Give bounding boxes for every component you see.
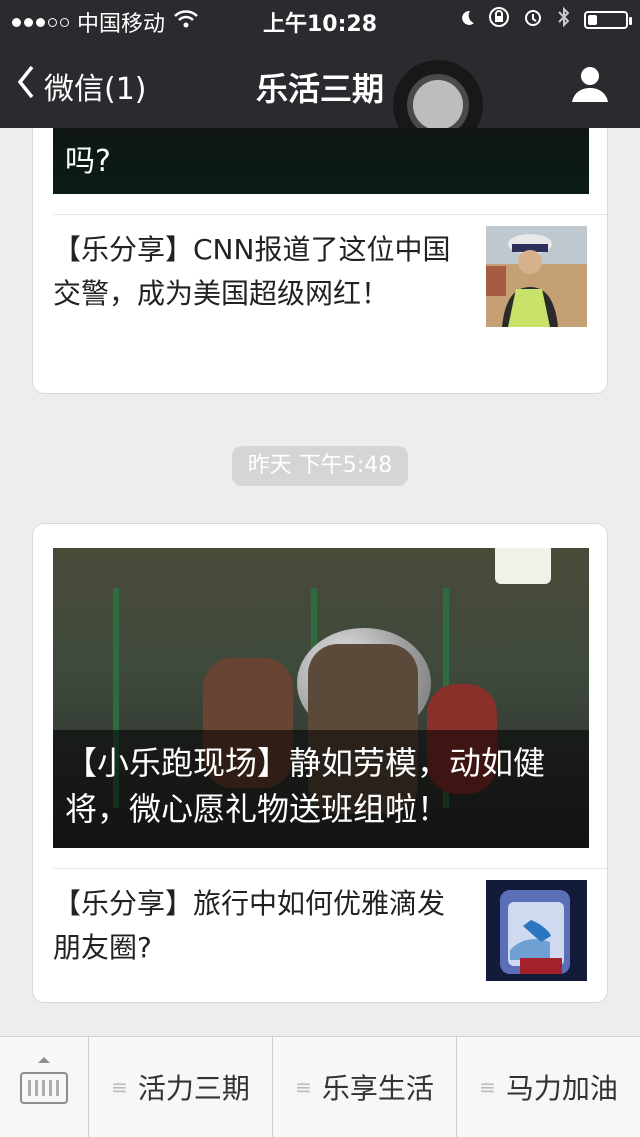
bottom-menu: ≡ 活力三期 ≡ 乐享生活 ≡ 马力加油 [0, 1036, 640, 1137]
list-item[interactable]: 【乐分享】CNN报道了这位中国交警，成为美国超级网红！ [33, 216, 607, 336]
list-item[interactable]: 【乐分享】旅行中如何优雅滴发朋友圈? [33, 870, 607, 990]
thumbnail-image [486, 226, 587, 327]
user-icon[interactable] [568, 62, 612, 106]
status-bar: 中国移动 上午10:28 [0, 0, 640, 40]
menu-item-label: 马力加油 [505, 1072, 618, 1105]
keyboard-toggle-button[interactable] [0, 1037, 89, 1137]
moon-icon [458, 8, 476, 33]
menu-icon: ≡ [295, 1075, 312, 1099]
status-right [458, 6, 632, 34]
divider [53, 214, 607, 215]
time-divider: 昨天 下午5:48 [232, 446, 408, 486]
cover-caption: 【小乐跑现场】静如劳模，动如健将，微心愿礼物送班组啦！ [65, 744, 546, 828]
menu-item-vitality[interactable]: ≡ 活力三期 [89, 1037, 273, 1137]
menu-icon: ≡ [479, 1075, 496, 1099]
article-card[interactable]: 【小乐跑现场】静如劳模，动如健将，微心愿礼物送班组啦！ 【乐分享】旅行中如何优雅… [32, 523, 608, 1003]
bluetooth-icon [556, 6, 572, 34]
lamp [495, 548, 551, 584]
chevron-up-icon [38, 1057, 50, 1063]
menu-item-cheer[interactable]: ≡ 马力加油 [457, 1037, 640, 1137]
cover-caption: 吗? [65, 144, 111, 179]
page-title: 乐活三期 [255, 70, 384, 108]
menu-item-enjoy-life[interactable]: ≡ 乐享生活 [273, 1037, 457, 1137]
item-title: 【乐分享】旅行中如何优雅滴发朋友圈? [53, 887, 446, 964]
cover-image[interactable]: 吗? [53, 128, 589, 194]
caption-overlay: 【小乐跑现场】静如劳模，动如健将，微心愿礼物送班组啦！ [53, 730, 589, 848]
orientation-lock-icon [488, 6, 510, 34]
battery-level [588, 15, 597, 25]
cover-image[interactable]: 【小乐跑现场】静如劳模，动如健将，微心愿礼物送班组啦！ [53, 548, 589, 848]
article-card[interactable]: 吗? 【乐分享】CNN报道了这位中国交警，成为美国超级网红！ [32, 128, 608, 394]
menu-icon: ≡ [111, 1075, 128, 1099]
keyboard-icon [20, 1072, 68, 1104]
top-nav: 微信(1) 乐活三期 [0, 40, 640, 150]
battery-icon [584, 11, 632, 29]
menu-item-label: 乐享生活 [321, 1072, 434, 1105]
item-title: 【乐分享】CNN报道了这位中国交警，成为美国超级网红！ [53, 233, 451, 310]
alarm-icon [522, 6, 544, 34]
divider [53, 868, 607, 869]
menu-item-label: 活力三期 [137, 1072, 250, 1105]
thumbnail-image [486, 880, 587, 981]
